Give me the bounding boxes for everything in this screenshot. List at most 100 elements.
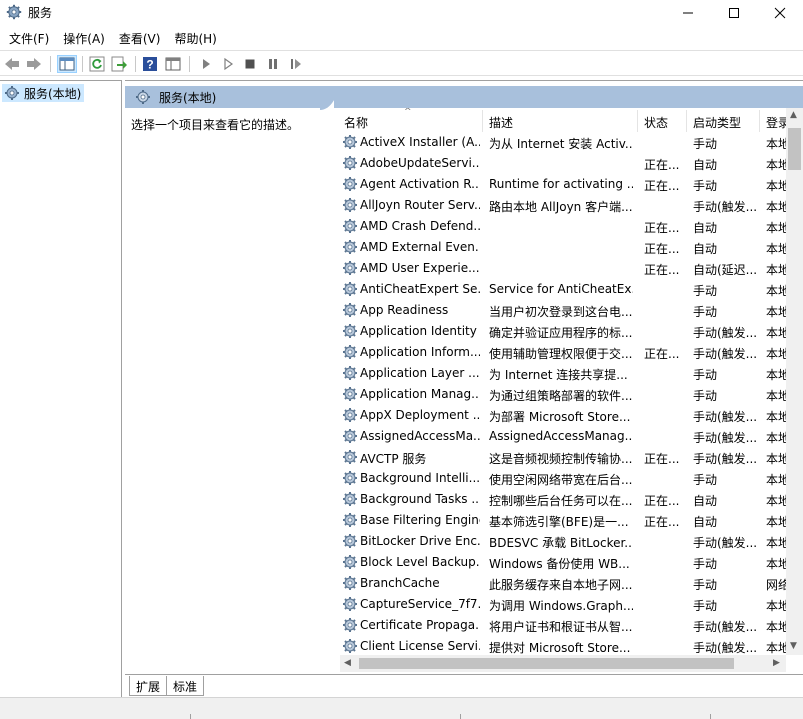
horizontal-scroll-thumb[interactable] [359, 658, 734, 669]
tree-item-services-local[interactable]: 服务(本地) [2, 84, 85, 102]
window-title: 服务 [28, 6, 53, 20]
service-startup-type: 自动 [693, 158, 718, 172]
console-tree-icon [59, 57, 75, 71]
service-name: AllJoyn Router Serv... [360, 198, 480, 212]
service-row[interactable]: Application Manag... 为通过组策略部署的软件... 手动 本地 [340, 384, 803, 405]
service-startup-type: 手动 [693, 473, 718, 487]
service-row[interactable]: AllJoyn Router Serv... 路由本地 AllJoyn 客户端..… [340, 195, 803, 216]
restart-service-button[interactable] [287, 55, 305, 73]
services-gear-icon [5, 86, 19, 100]
service-gear-icon [342, 176, 358, 195]
service-startup-type: 手动(触发... [693, 536, 758, 550]
tab-extended[interactable]: 扩展 [129, 676, 168, 696]
vertical-scroll-thumb[interactable] [788, 128, 801, 170]
service-row[interactable]: Application Layer ... 为 Internet 连接共享提...… [340, 363, 803, 384]
service-row[interactable]: Background Intelli... 使用空闲网络带宽在后台... 手动 本地 [340, 468, 803, 489]
service-row[interactable]: Application Identity 确定并验证应用程序的标... 手动(触发.… [340, 321, 803, 342]
service-row[interactable]: BitLocker Drive Enc... BDESVC 承载 BitLocke… [340, 531, 803, 552]
description-pane: 选择一个项目来查看它的描述。 [125, 108, 330, 678]
service-gear-icon [342, 617, 358, 636]
vertical-scrollbar[interactable]: ▲ ▼ [786, 108, 803, 655]
stop-service-button[interactable] [241, 55, 259, 73]
service-row[interactable]: AppX Deployment ... 为部署 Microsoft Store..… [340, 405, 803, 426]
back-icon [5, 58, 19, 70]
service-row[interactable]: CaptureService_7f7... 为调用 Windows.Graph..… [340, 594, 803, 615]
pane-title: 服务(本地) [159, 91, 217, 105]
service-row[interactable]: AVCTP 服务 这是音频视频控制传输协... 正在... 手动(触发... 本地 [340, 447, 803, 468]
minimize-button[interactable] [665, 0, 711, 26]
stop-service-icon [245, 59, 255, 69]
export-list-icon [111, 56, 127, 72]
horizontal-scrollbar[interactable]: ◀ ▶ [340, 655, 786, 672]
service-gear-icon [342, 554, 358, 573]
service-name: AMD External Even... [360, 240, 480, 254]
service-gear-icon [342, 386, 358, 405]
menu-help[interactable]: 帮助(H) [167, 28, 223, 48]
service-row[interactable]: BranchCache 此服务缓存来自本地子网... 手动 网络 [340, 573, 803, 594]
service-startup-type: 手动 [693, 368, 718, 382]
service-row[interactable]: AMD Crash Defend... 正在... 自动 本地 [340, 216, 803, 237]
menu-view[interactable]: 查看(V) [112, 28, 168, 48]
service-gear-icon [342, 197, 358, 216]
menu-file[interactable]: 文件(F) [2, 28, 56, 48]
scroll-down-icon[interactable]: ▼ [790, 641, 797, 651]
service-startup-type: 自动 [693, 221, 718, 235]
service-name: AdobeUpdateServi... [360, 156, 480, 170]
forward-button[interactable] [25, 55, 43, 73]
properties-view-icon [165, 57, 181, 71]
service-status: 正在... [644, 242, 680, 256]
service-row[interactable]: Application Inform... 使用辅助管理权限便于交... 正在...… [340, 342, 803, 363]
service-startup-type: 手动(触发... [693, 326, 758, 340]
export-list-button[interactable] [110, 55, 128, 73]
service-row[interactable]: Agent Activation R... Runtime for activat… [340, 174, 803, 195]
service-row[interactable]: Client License Servi... 提供对 Microsoft Sto… [340, 636, 803, 657]
refresh-button[interactable] [88, 55, 106, 73]
column-header-description[interactable]: 描述 [489, 114, 513, 131]
service-startup-type: 手动 [693, 578, 718, 592]
service-startup-type: 手动(触发... [693, 641, 758, 655]
service-startup-type: 手动(触发... [693, 410, 758, 424]
column-header-startup-type[interactable]: 启动类型 [693, 114, 741, 131]
service-row[interactable]: Block Level Backup... Windows 备份使用 WB... 手… [340, 552, 803, 573]
service-row[interactable]: ActiveX Installer (A... 为从 Internet 安装 Ac… [340, 132, 803, 153]
forward-icon [27, 58, 41, 70]
tab-standard[interactable]: 标准 [166, 676, 205, 696]
maximize-button[interactable] [711, 0, 757, 26]
show-hide-tree-button[interactable] [57, 55, 77, 73]
service-name: ActiveX Installer (A... [360, 135, 480, 149]
svg-text:?: ? [146, 58, 153, 72]
service-row[interactable]: AMD User Experie... 正在... 自动(延迟... 本地 [340, 258, 803, 279]
service-row[interactable]: Certificate Propaga... 将用户证书和根证书从智... 手动(触… [340, 615, 803, 636]
column-header-status[interactable]: 状态 [644, 114, 668, 131]
menu-action[interactable]: 操作(A) [56, 28, 112, 48]
help-button[interactable]: ? [141, 55, 159, 73]
service-row[interactable]: AMD External Even... 正在... 自动 本地 [340, 237, 803, 258]
service-row[interactable]: Background Tasks ... 控制哪些后台任务可以在... 正在... 自… [340, 489, 803, 510]
refresh-icon [89, 56, 105, 72]
start-service-button[interactable] [197, 55, 215, 73]
service-row[interactable]: Base Filtering Engine 基本筛选引擎(BFE)是一... 正在.… [340, 510, 803, 531]
scroll-up-icon[interactable]: ▲ [790, 110, 797, 120]
service-description: 为 Internet 连接共享提... [489, 368, 628, 382]
service-startup-type: 自动(延迟... [693, 263, 758, 277]
service-description: 使用空闲网络带宽在后台... [489, 473, 633, 487]
service-row[interactable]: AntiCheatExpert Se... Service for AntiChe… [340, 279, 803, 300]
properties-view-button[interactable] [164, 55, 182, 73]
service-row[interactable]: AssignedAccessMa... AssignedAccessManag..… [340, 426, 803, 447]
service-status: 正在... [644, 515, 680, 529]
service-row[interactable]: App Readiness 当用户初次登录到这台电... 手动 本地 [340, 300, 803, 321]
close-button[interactable] [757, 0, 803, 26]
service-description: 基本筛选引擎(BFE)是一... [489, 515, 629, 529]
scroll-right-icon[interactable]: ▶ [773, 658, 780, 668]
service-name: CaptureService_7f7... [360, 597, 480, 611]
service-row[interactable]: AdobeUpdateServi... 正在... 自动 本地 [340, 153, 803, 174]
start-service-alt-button[interactable] [219, 55, 237, 73]
service-description: 路由本地 AllJoyn 客户端... [489, 200, 633, 214]
service-gear-icon [342, 512, 358, 531]
service-description: 当用户初次登录到这台电... [489, 305, 633, 319]
service-gear-icon [342, 323, 358, 342]
scroll-left-icon[interactable]: ◀ [344, 658, 351, 668]
back-button[interactable] [3, 55, 21, 73]
pause-service-button[interactable] [264, 55, 282, 73]
column-header-name[interactable]: 名称 [344, 114, 368, 131]
